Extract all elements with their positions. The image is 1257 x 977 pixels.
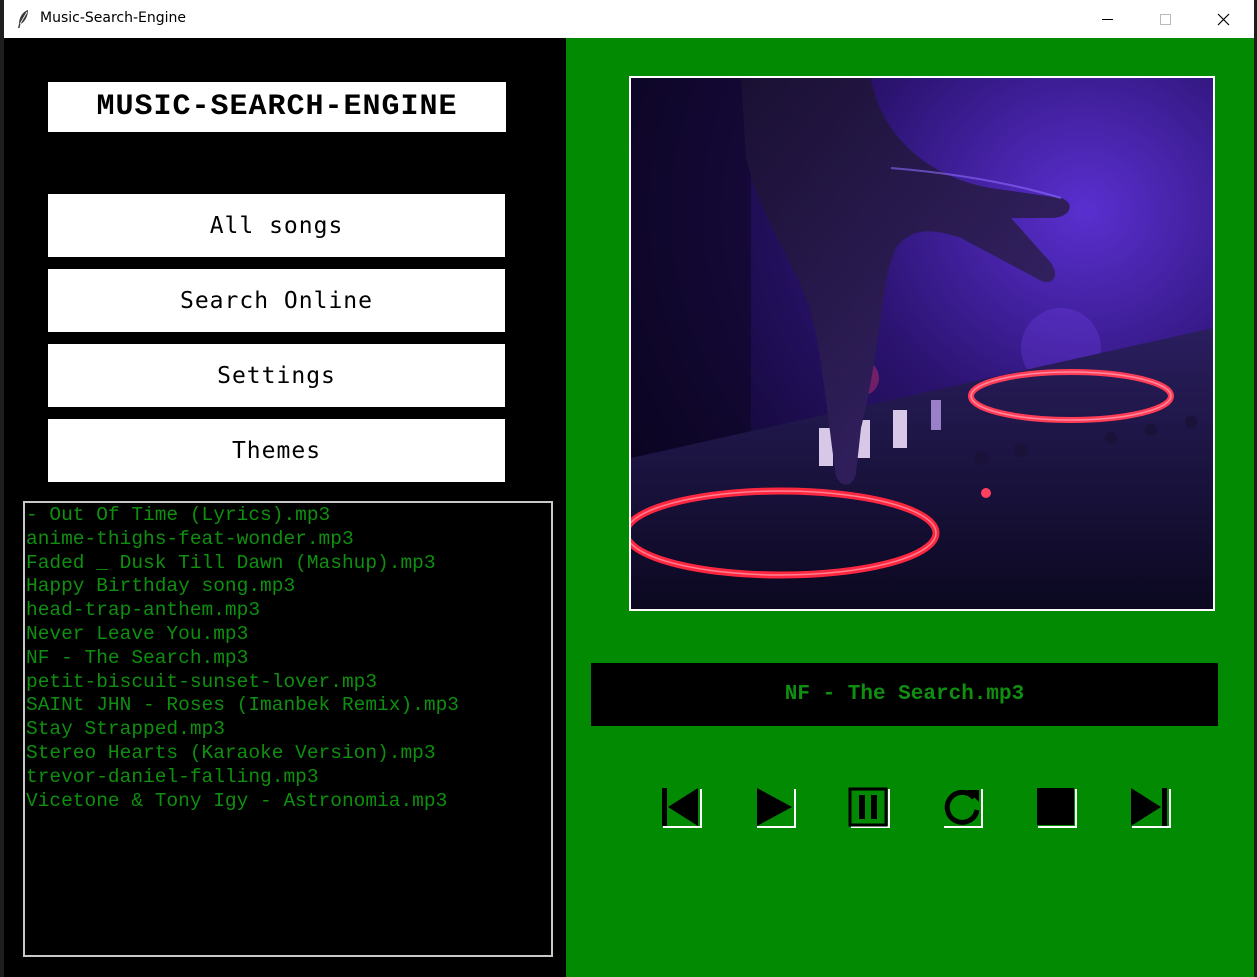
album-art [629, 76, 1215, 611]
player-panel: NF - The Search.mp3 [566, 38, 1254, 977]
pause-icon [848, 787, 890, 828]
play-icon [757, 788, 796, 828]
list-item[interactable]: Faded _ Dusk Till Dawn (Mashup).mp3 [26, 552, 551, 576]
app-title-label: MUSIC-SEARCH-ENGINE [48, 82, 506, 132]
list-item[interactable]: Happy Birthday song.mp3 [26, 575, 551, 599]
play-button[interactable] [754, 786, 798, 830]
feather-icon [16, 9, 30, 29]
maximize-icon [1159, 13, 1171, 25]
left-panel: MUSIC-SEARCH-ENGINE All songs Search Onl… [4, 38, 566, 977]
window-title: Music-Search-Engine [40, 10, 187, 26]
close-icon [1217, 13, 1229, 25]
now-playing-label: NF - The Search.mp3 [591, 663, 1218, 726]
themes-button[interactable]: Themes [48, 419, 505, 482]
list-item[interactable]: Stereo Hearts (Karaoke Version).mp3 [26, 742, 551, 766]
app-window: Music-Search-Engine MUSIC-SEARCH-ENGINE … [4, 0, 1254, 977]
replay-button[interactable] [941, 786, 985, 830]
stop-button[interactable] [1035, 786, 1079, 830]
list-item[interactable]: - Out Of Time (Lyrics).mp3 [26, 504, 551, 528]
list-item[interactable]: head-trap-anthem.mp3 [26, 599, 551, 623]
song-listbox[interactable]: - Out Of Time (Lyrics).mp3 anime-thighs-… [23, 501, 553, 957]
replay-icon [944, 789, 983, 828]
minimize-button[interactable] [1078, 0, 1136, 38]
list-item[interactable]: Stay Strapped.mp3 [26, 718, 551, 742]
skip-previous-icon [662, 788, 702, 828]
list-item[interactable]: petit-biscuit-sunset-lover.mp3 [26, 671, 551, 695]
list-item[interactable]: anime-thighs-feat-wonder.mp3 [26, 528, 551, 552]
all-songs-button[interactable]: All songs [48, 194, 505, 257]
list-item[interactable]: SAINt JHN - Roses (Imanbek Remix).mp3 [26, 694, 551, 718]
list-item[interactable]: Vicetone & Tony Igy - Astronomia.mp3 [26, 790, 551, 814]
maximize-button[interactable] [1136, 0, 1194, 38]
pause-button[interactable] [848, 786, 892, 830]
search-online-button[interactable]: Search Online [48, 269, 505, 332]
settings-button[interactable]: Settings [48, 344, 505, 407]
skip-next-icon [1131, 788, 1171, 828]
list-item[interactable]: Never Leave You.mp3 [26, 623, 551, 647]
list-item[interactable]: trevor-daniel-falling.mp3 [26, 766, 551, 790]
list-item[interactable]: NF - The Search.mp3 [26, 647, 551, 671]
next-button[interactable] [1129, 786, 1173, 830]
close-button[interactable] [1194, 0, 1252, 38]
minimize-icon [1101, 18, 1113, 20]
title-bar: Music-Search-Engine [4, 0, 1254, 38]
stop-icon [1037, 788, 1077, 828]
previous-button[interactable] [660, 786, 704, 830]
